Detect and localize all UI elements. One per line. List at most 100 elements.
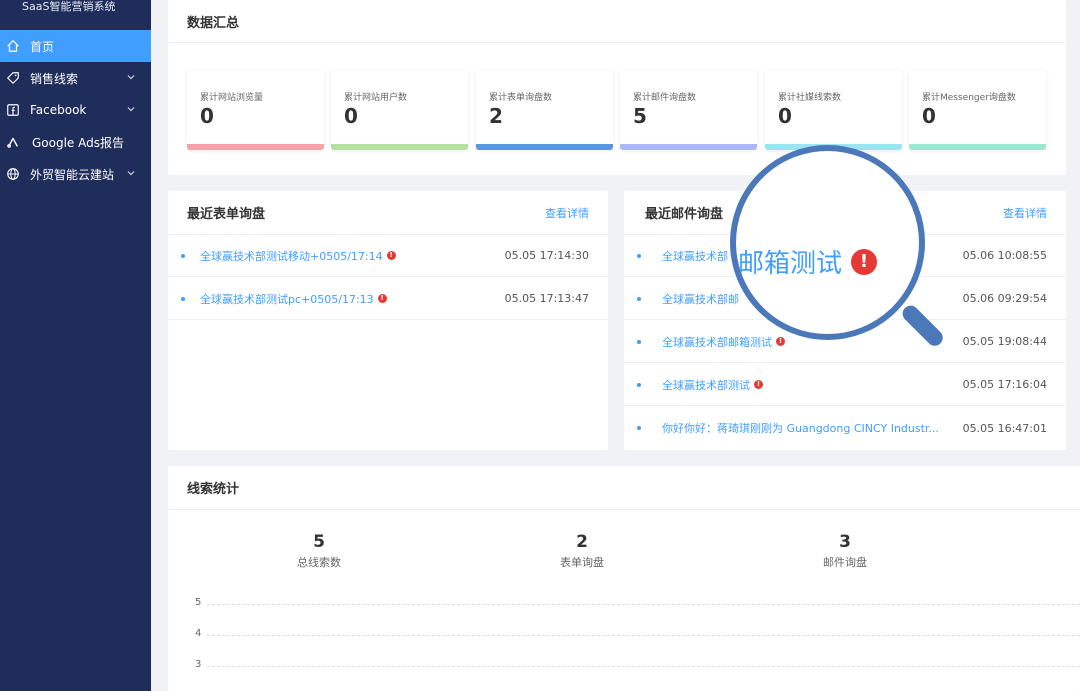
stat-value: 0 — [922, 104, 936, 128]
card-header: 最近表单询盘 查看详情 — [168, 191, 608, 235]
inquiry-link[interactable]: 全球赢技术部邮 — [662, 291, 739, 307]
inquiry-link[interactable]: 全球赢技术部邮箱测试! — [662, 334, 785, 350]
data-summary-card: 数据汇总 累计网站浏览量 0 累计网站用户数 0 累计表单询盘数 2 累计邮件询… — [168, 0, 1066, 175]
inquiry-time: 05.05 19:08:44 — [962, 335, 1047, 348]
stat-color-bar — [620, 144, 757, 150]
list-item[interactable]: 你好你好：蒋琦琪刚刚为 Guangdong CINCY Industr... 0… — [624, 407, 1066, 449]
stat-card-social-leads[interactable]: 累计社媒线索数 0 — [765, 70, 902, 150]
sidebar-item-label: 外贸智能云建站 — [30, 167, 115, 182]
inquiry-title: 全球赢技术部 — [662, 249, 728, 263]
inquiry-time: 05.06 09:29:54 — [962, 292, 1047, 305]
stat-card-form-inquiries[interactable]: 累计表单询盘数 2 — [476, 70, 613, 150]
inquiry-link[interactable]: 全球赢技术部 — [662, 248, 728, 264]
inquiry-title: 全球赢技术部邮箱测试 — [662, 335, 772, 349]
sidebar-item-label: 销售线索 — [30, 71, 79, 86]
home-icon — [5, 38, 21, 54]
sidebar: SaaS智能营销系统 首页 销售线索 Facebook Google Ads报告… — [0, 0, 151, 691]
bullet-icon — [181, 296, 185, 301]
inquiry-time: 05.05 16:47:01 — [962, 421, 1047, 435]
magnifier-lens: 邮箱测试 ! — [730, 145, 925, 340]
sidebar-item-label: Facebook — [30, 103, 87, 117]
bullet-icon — [637, 296, 641, 301]
stat-card-site-views[interactable]: 累计网站浏览量 0 — [187, 70, 324, 150]
stat-value: 0 — [778, 104, 792, 128]
stat-color-bar — [187, 144, 324, 150]
inquiry-time: 05.05 17:13:47 — [504, 292, 589, 305]
form-inquiries-label: 表单询盘 — [560, 556, 604, 569]
facebook-icon — [5, 102, 21, 118]
stat-card-email-inquiries[interactable]: 累计邮件询盘数 5 — [620, 70, 757, 150]
inquiry-title: 全球赢技术部测试 — [662, 378, 750, 392]
bullet-icon — [637, 382, 641, 387]
magnified-text: 邮箱测试 ! — [738, 243, 878, 280]
stat-value: 2 — [489, 104, 503, 128]
sidebar-item-sales-leads[interactable]: 销售线索 — [0, 62, 151, 94]
alert-icon: ! — [851, 248, 878, 275]
bullet-icon — [637, 426, 641, 430]
stat-color-bar — [909, 144, 1046, 150]
alert-icon: ! — [386, 251, 396, 260]
view-details-link[interactable]: 查看详情 — [1003, 205, 1047, 221]
stat-label: 累计社媒线索数 — [778, 93, 842, 103]
alert-icon: ! — [377, 294, 387, 303]
stat-color-bar — [331, 144, 468, 150]
card-header: 线索统计 — [168, 466, 1080, 510]
bullet-icon — [181, 253, 185, 258]
stat-label: 累计邮件询盘数 — [633, 93, 697, 103]
leads-title: 线索统计 — [187, 482, 240, 497]
list-item[interactable]: 全球赢技术部测试! 05.05 17:16:04 — [624, 364, 1066, 406]
email-inquiries-value: 3 — [839, 532, 851, 552]
total-leads-value: 5 — [313, 532, 325, 552]
lead-statistics-card: 线索统计 — [168, 466, 1080, 691]
globe-icon — [5, 166, 21, 182]
stat-label: 累计表单询盘数 — [489, 93, 553, 103]
alert-icon: ! — [754, 380, 763, 389]
stat-card-site-users[interactable]: 累计网站用户数 0 — [331, 70, 468, 150]
grid-line — [207, 666, 1080, 667]
bullet-icon — [637, 339, 641, 344]
inquiry-title: 你好你好：蒋琦琪刚刚为 Guangdong CINCY Industr... — [662, 422, 939, 435]
sidebar-item-facebook[interactable]: Facebook — [0, 94, 151, 126]
magnified-label: 邮箱测试 — [738, 249, 843, 279]
stat-label: 累计网站浏览量 — [200, 93, 264, 103]
stat-card-messenger-inquiries[interactable]: 累计Messenger询盘数 0 — [909, 70, 1046, 150]
grid-line — [207, 604, 1080, 605]
recent-form-inquiries-card: 最近表单询盘 查看详情 全球赢技术部测试移动+0505/17:14! 05.05… — [168, 191, 608, 450]
inquiry-link[interactable]: 你好你好：蒋琦琪刚刚为 Guangdong CINCY Industr... — [662, 420, 939, 436]
inquiry-link[interactable]: 全球赢技术部测试pc+0505/17:13! — [200, 291, 387, 307]
inquiry-time: 05.05 17:14:30 — [504, 249, 589, 262]
stat-label: 累计网站用户数 — [344, 93, 408, 103]
sidebar-item-google-ads[interactable]: Google Ads报告 — [0, 126, 151, 158]
alert-icon: ! — [776, 337, 785, 346]
summary-title: 数据汇总 — [187, 15, 240, 31]
sidebar-item-cloud-site[interactable]: 外贸智能云建站 — [0, 158, 151, 190]
y-axis-tick: 3 — [195, 659, 202, 670]
total-leads-label: 总线索数 — [297, 556, 341, 569]
stat-value: 0 — [200, 104, 214, 128]
tag-icon — [5, 70, 21, 86]
view-details-link[interactable]: 查看详情 — [545, 205, 589, 221]
chevron-down-icon — [127, 107, 135, 112]
inquiry-title: 全球赢技术部测试pc+0505/17:13 — [200, 292, 374, 306]
chevron-down-icon — [127, 171, 135, 176]
form-inquiries-value: 2 — [576, 532, 588, 552]
inquiry-time: 05.05 17:16:04 — [962, 378, 1047, 391]
inquiry-title: 全球赢技术部邮 — [662, 292, 739, 306]
sidebar-item-home[interactable]: 首页 — [0, 30, 151, 62]
form-inquiries-title: 最近表单询盘 — [187, 207, 266, 222]
inquiry-title: 全球赢技术部测试移动+0505/17:14 — [200, 249, 383, 263]
inquiry-link[interactable]: 全球赢技术部测试! — [662, 377, 763, 393]
email-inquiries-label: 邮件询盘 — [823, 556, 867, 569]
stat-value: 0 — [344, 104, 358, 128]
stat-color-bar — [476, 144, 613, 150]
y-axis-tick: 4 — [195, 628, 202, 639]
list-item[interactable]: 全球赢技术部测试移动+0505/17:14! 05.05 17:14:30 — [168, 235, 608, 277]
email-inquiries-title: 最近邮件询盘 — [645, 207, 724, 222]
inquiry-link[interactable]: 全球赢技术部测试移动+0505/17:14! — [200, 248, 396, 264]
google-ads-icon — [5, 134, 21, 150]
chevron-down-icon — [127, 75, 135, 80]
y-axis-tick: 5 — [195, 597, 202, 608]
bullet-icon — [637, 253, 641, 258]
stat-value: 5 — [633, 104, 647, 128]
list-item[interactable]: 全球赢技术部测试pc+0505/17:13! 05.05 17:13:47 — [168, 278, 608, 320]
